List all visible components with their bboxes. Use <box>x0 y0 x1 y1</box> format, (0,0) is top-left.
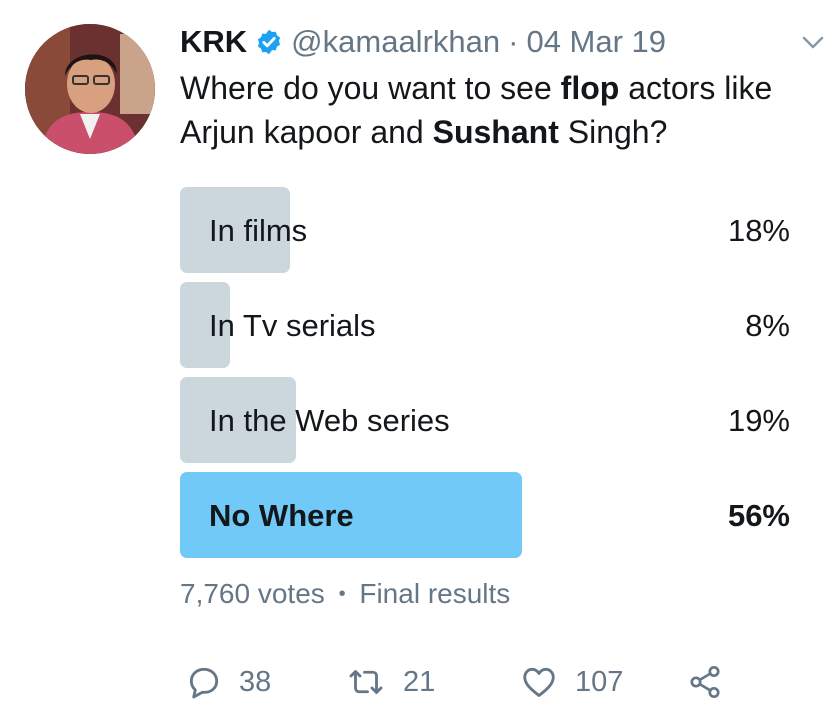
poll-option-label: In films <box>209 213 308 248</box>
poll-option-percent-winner: 56% <box>727 498 790 533</box>
tweet-text-bold: Sushant <box>432 114 559 150</box>
retweet-button[interactable]: 21 <box>345 660 435 704</box>
reply-icon <box>189 667 219 699</box>
retweet-count: 21 <box>403 665 436 698</box>
tweet-date[interactable]: 04 Mar 19 <box>526 24 666 60</box>
heart-icon <box>523 667 555 697</box>
poll-meta: 7,760 votes • Final results <box>180 578 510 610</box>
avatar[interactable] <box>25 24 155 154</box>
reply-count: 38 <box>239 665 272 698</box>
poll-option-percent: 8% <box>745 308 790 343</box>
meta-separator: • <box>338 583 346 605</box>
tweet-text-part: Singh? <box>558 114 668 150</box>
share-icon <box>690 665 720 699</box>
avatar-image <box>25 24 155 154</box>
poll-status: Final results <box>359 578 511 609</box>
verified-badge-icon <box>255 28 283 56</box>
poll-option: No Where 56% <box>180 472 790 558</box>
poll-option: In Tv serials 8% <box>180 282 790 368</box>
poll-option-label: In the Web series <box>209 403 450 438</box>
poll-option-label-winner: No Where <box>209 498 354 533</box>
poll-option: In films 18% <box>180 187 790 273</box>
author-handle[interactable]: @kamaalrkhan <box>291 24 500 60</box>
poll-option-percent: 18% <box>727 213 790 248</box>
tweet-text-bold: flop <box>560 70 620 106</box>
share-button[interactable] <box>687 660 739 704</box>
like-count: 107 <box>575 665 624 698</box>
tweet-header: KRK @kamaalrkhan · 04 Mar 19 <box>180 22 810 62</box>
poll: In films 18% In Tv serials 8% In the Web… <box>180 187 790 567</box>
tweet-text: Where do you want to see flop actors lik… <box>180 66 800 154</box>
chevron-down-icon[interactable] <box>802 36 824 55</box>
vote-count: 7,760 votes <box>180 578 325 609</box>
tweet-text-part: Where do you want to see <box>180 70 561 106</box>
header-separator: · <box>508 24 519 59</box>
tweet-actions: 38 21 107 <box>185 660 740 704</box>
retweet-icon <box>349 670 383 694</box>
author-name[interactable]: KRK <box>180 24 247 60</box>
like-button[interactable]: 107 <box>519 660 623 704</box>
poll-option: In the Web series 19% <box>180 377 790 463</box>
reply-button[interactable]: 38 <box>185 660 271 704</box>
poll-option-percent: 19% <box>727 403 790 438</box>
poll-option-label: In Tv serials <box>209 308 376 343</box>
